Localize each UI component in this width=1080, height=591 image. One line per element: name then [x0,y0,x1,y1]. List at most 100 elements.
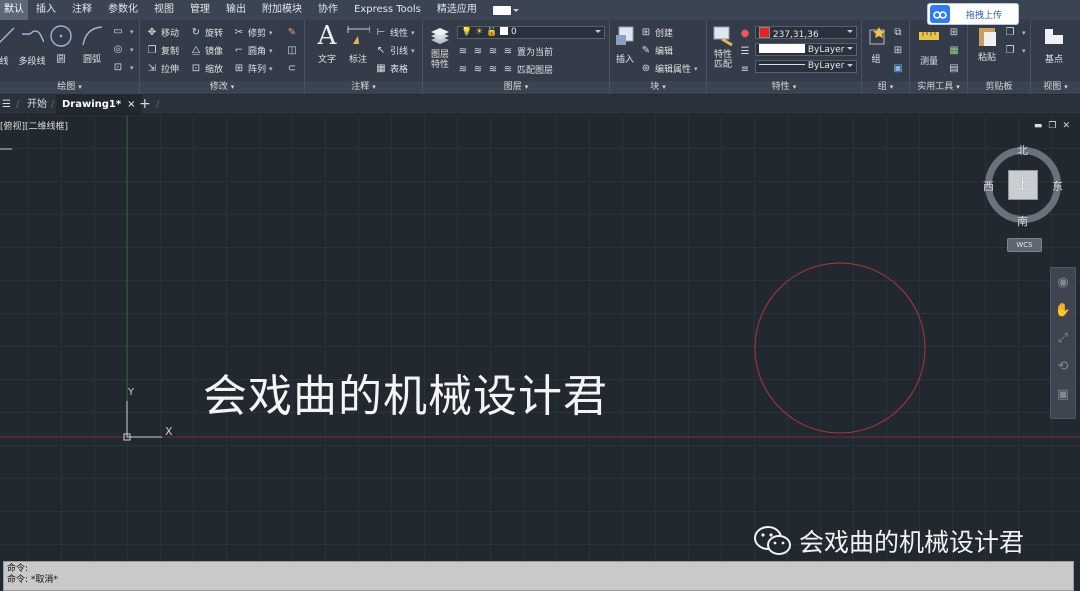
tab-featured-apps[interactable]: 精选应用 [429,0,485,20]
layer-unisolate-icon[interactable]: ≋ [472,64,484,76]
text-tool[interactable]: A 文字 [313,21,341,65]
layer-off-icon[interactable]: ≋ [457,46,469,58]
base-view-button[interactable]: 基点 [1039,24,1069,65]
orbit-icon[interactable]: ⟲ [1051,352,1075,380]
layer-on-icon[interactable]: ≋ [457,64,469,76]
viewcube-south[interactable]: 南 [1017,213,1028,229]
layer-freeze-icon[interactable]: ≋ [487,46,499,58]
ungroup-button[interactable]: ⧉ [892,25,907,40]
layer-unlock-icon[interactable]: ≋ [502,64,514,76]
stretch-button[interactable]: ⇲ 拉伸 [146,61,179,76]
close-icon[interactable]: ✕ [1062,121,1070,131]
showmotion-icon[interactable]: ▣ [1051,380,1075,408]
panel-view-title[interactable]: 视图 ▾ [1031,81,1080,94]
insert-block-button[interactable]: 插入 [612,24,638,65]
panel-layers-title[interactable]: 图层 ▾ [423,81,609,94]
red-circle[interactable] [754,262,926,434]
pan-hand-icon[interactable]: ✋ [1051,296,1075,324]
tab-start[interactable]: 开始 [27,95,47,114]
dimension-tool[interactable]: 标注 [343,24,373,65]
edit-attributes-button[interactable]: ⊛ 编辑属性 ▾ [640,61,698,76]
match-layer-button[interactable]: 匹配图层 [517,63,553,76]
zoom-extents-icon[interactable]: ⤢ [1051,324,1075,352]
viewport-label[interactable]: [俯视][二维线框] [0,119,68,132]
panel-clipboard-title[interactable]: 剪贴板 [968,81,1030,94]
table-button[interactable]: ▦ 表格 [375,61,408,76]
copy-clip-button[interactable]: ❐ ▾ [1004,43,1026,58]
new-tab-plus-icon[interactable]: + [139,95,151,114]
tab-annotate[interactable]: 注释 [64,0,100,20]
cut-button[interactable]: ❐ ▾ [1004,25,1026,40]
panel-annotation-title[interactable]: 注释 ▾ [305,81,422,94]
array-button[interactable]: ⊞ 阵列 ▾ [233,61,273,76]
layer-isolate-icon[interactable]: ≋ [472,46,484,58]
line-tool[interactable]: 线 [0,24,15,67]
linetype-button[interactable]: ☰ [739,44,754,59]
mirror-button[interactable]: ⧋ 镜像 [190,43,223,58]
tab-addins[interactable]: 附加模块 [254,0,310,20]
tab-express-tools[interactable]: Express Tools [346,0,429,20]
command-line[interactable]: 命令: 命令: *取消* [3,561,1074,591]
restore-icon[interactable]: ❐ [1048,121,1056,131]
polyline-tool[interactable]: 多段线 [18,24,46,67]
layer-thaw-icon[interactable]: ≋ [487,64,499,76]
close-icon[interactable]: × [127,99,135,110]
layer-lock-icon[interactable]: ≋ [502,46,514,58]
viewcube-top-face[interactable]: 上 [1008,170,1038,200]
lineweight-button[interactable]: ≡ [739,62,754,77]
tab-manage[interactable]: 管理 [182,0,218,20]
wcs-menu-button[interactable]: WCS [1007,238,1042,252]
drawing-text[interactable]: 会戏曲的机械设计君 [203,360,608,424]
panel-properties-title[interactable]: 特性 ▾ [707,81,861,94]
group-edit-button[interactable]: ⊞ [892,43,907,58]
viewcube-east[interactable]: 东 [1052,178,1063,194]
trim-button[interactable]: ✂ 修剪 ▾ [233,25,273,40]
layer-properties-button[interactable]: 图层 特性 [426,24,454,70]
offset-button[interactable]: ⊂ [286,61,301,76]
panel-draw-title[interactable]: 绘图 ▾ [0,81,139,94]
match-properties-button[interactable]: 特性 匹配 [709,24,737,70]
viewcube-compass[interactable]: 上 [985,147,1061,223]
circle-tool[interactable]: 圆 [48,24,74,65]
drawing-canvas[interactable]: Y X [俯视][二维线框] ▬ ❐ ✕ 上 北 南 西 东 WCS ◉ ✋ ⤢… [0,115,1080,561]
hatch-tool[interactable]: ◎ ▾ [112,42,134,57]
boundary-tool[interactable]: ⊡ ▾ [112,60,134,75]
color-dropdown[interactable]: 237,31,36 [755,26,857,39]
viewcube-north[interactable]: 北 [1017,142,1028,158]
move-button[interactable]: ✥ 移动 [146,25,179,40]
create-block-button[interactable]: ⊞ 创建 [640,25,673,40]
ribbon-toggle-button[interactable] [492,5,519,15]
tab-parametric[interactable]: 参数化 [100,0,146,20]
panel-utilities-title[interactable]: 实用工具 ▾ [910,81,967,94]
lineweight-dropdown[interactable]: ByLayer [755,60,857,73]
measure-button[interactable]: 测量 [916,24,942,67]
upload-button[interactable]: 拖拽上传 [927,3,1019,25]
tab-drawing1[interactable]: Drawing1* × [56,95,142,114]
viewcube-west[interactable]: 西 [983,178,994,194]
fillet-button[interactable]: ⌐ 圆角 ▾ [233,43,273,58]
paste-button[interactable]: 粘贴 [974,24,1000,63]
copy-button[interactable]: ❐ 复制 [146,43,180,58]
panel-block-title[interactable]: 块 ▾ [610,81,706,94]
arc-tool[interactable]: 圆弧 [78,24,106,65]
rotate-button[interactable]: ↻ 旋转 [190,25,223,40]
color-wheel-button[interactable]: ● [739,26,754,41]
tab-output[interactable]: 输出 [218,0,254,20]
explode-button[interactable]: ◫ [286,43,301,58]
erase-button[interactable]: ✎ [286,25,301,40]
quick-select-button[interactable]: ⊞ [948,25,963,40]
tab-collaborate[interactable]: 协作 [310,0,346,20]
tab-default[interactable]: 默认 [0,0,28,20]
panel-modify-title[interactable]: 修改 ▾ [140,81,304,94]
rectangle-tool[interactable]: ▭ ▾ [112,24,133,39]
tab-insert[interactable]: 插入 [28,0,64,20]
group-button[interactable]: 组 [865,24,887,65]
scale-button[interactable]: ⊡ 缩放 [190,61,223,76]
edit-block-button[interactable]: ✎ 编辑 [640,43,673,58]
calculator-button[interactable]: ▤ [948,61,963,76]
select-all-button[interactable]: ▦ [948,43,963,58]
layer-dropdown[interactable]: 💡 ☀ 🔓 0 [457,26,605,39]
set-current-button[interactable]: 置为当前 [517,45,553,58]
leader-button[interactable]: ↖ 引线 ▾ [375,43,415,58]
linear-dim-button[interactable]: ⊢ 线性 ▾ [375,25,415,40]
